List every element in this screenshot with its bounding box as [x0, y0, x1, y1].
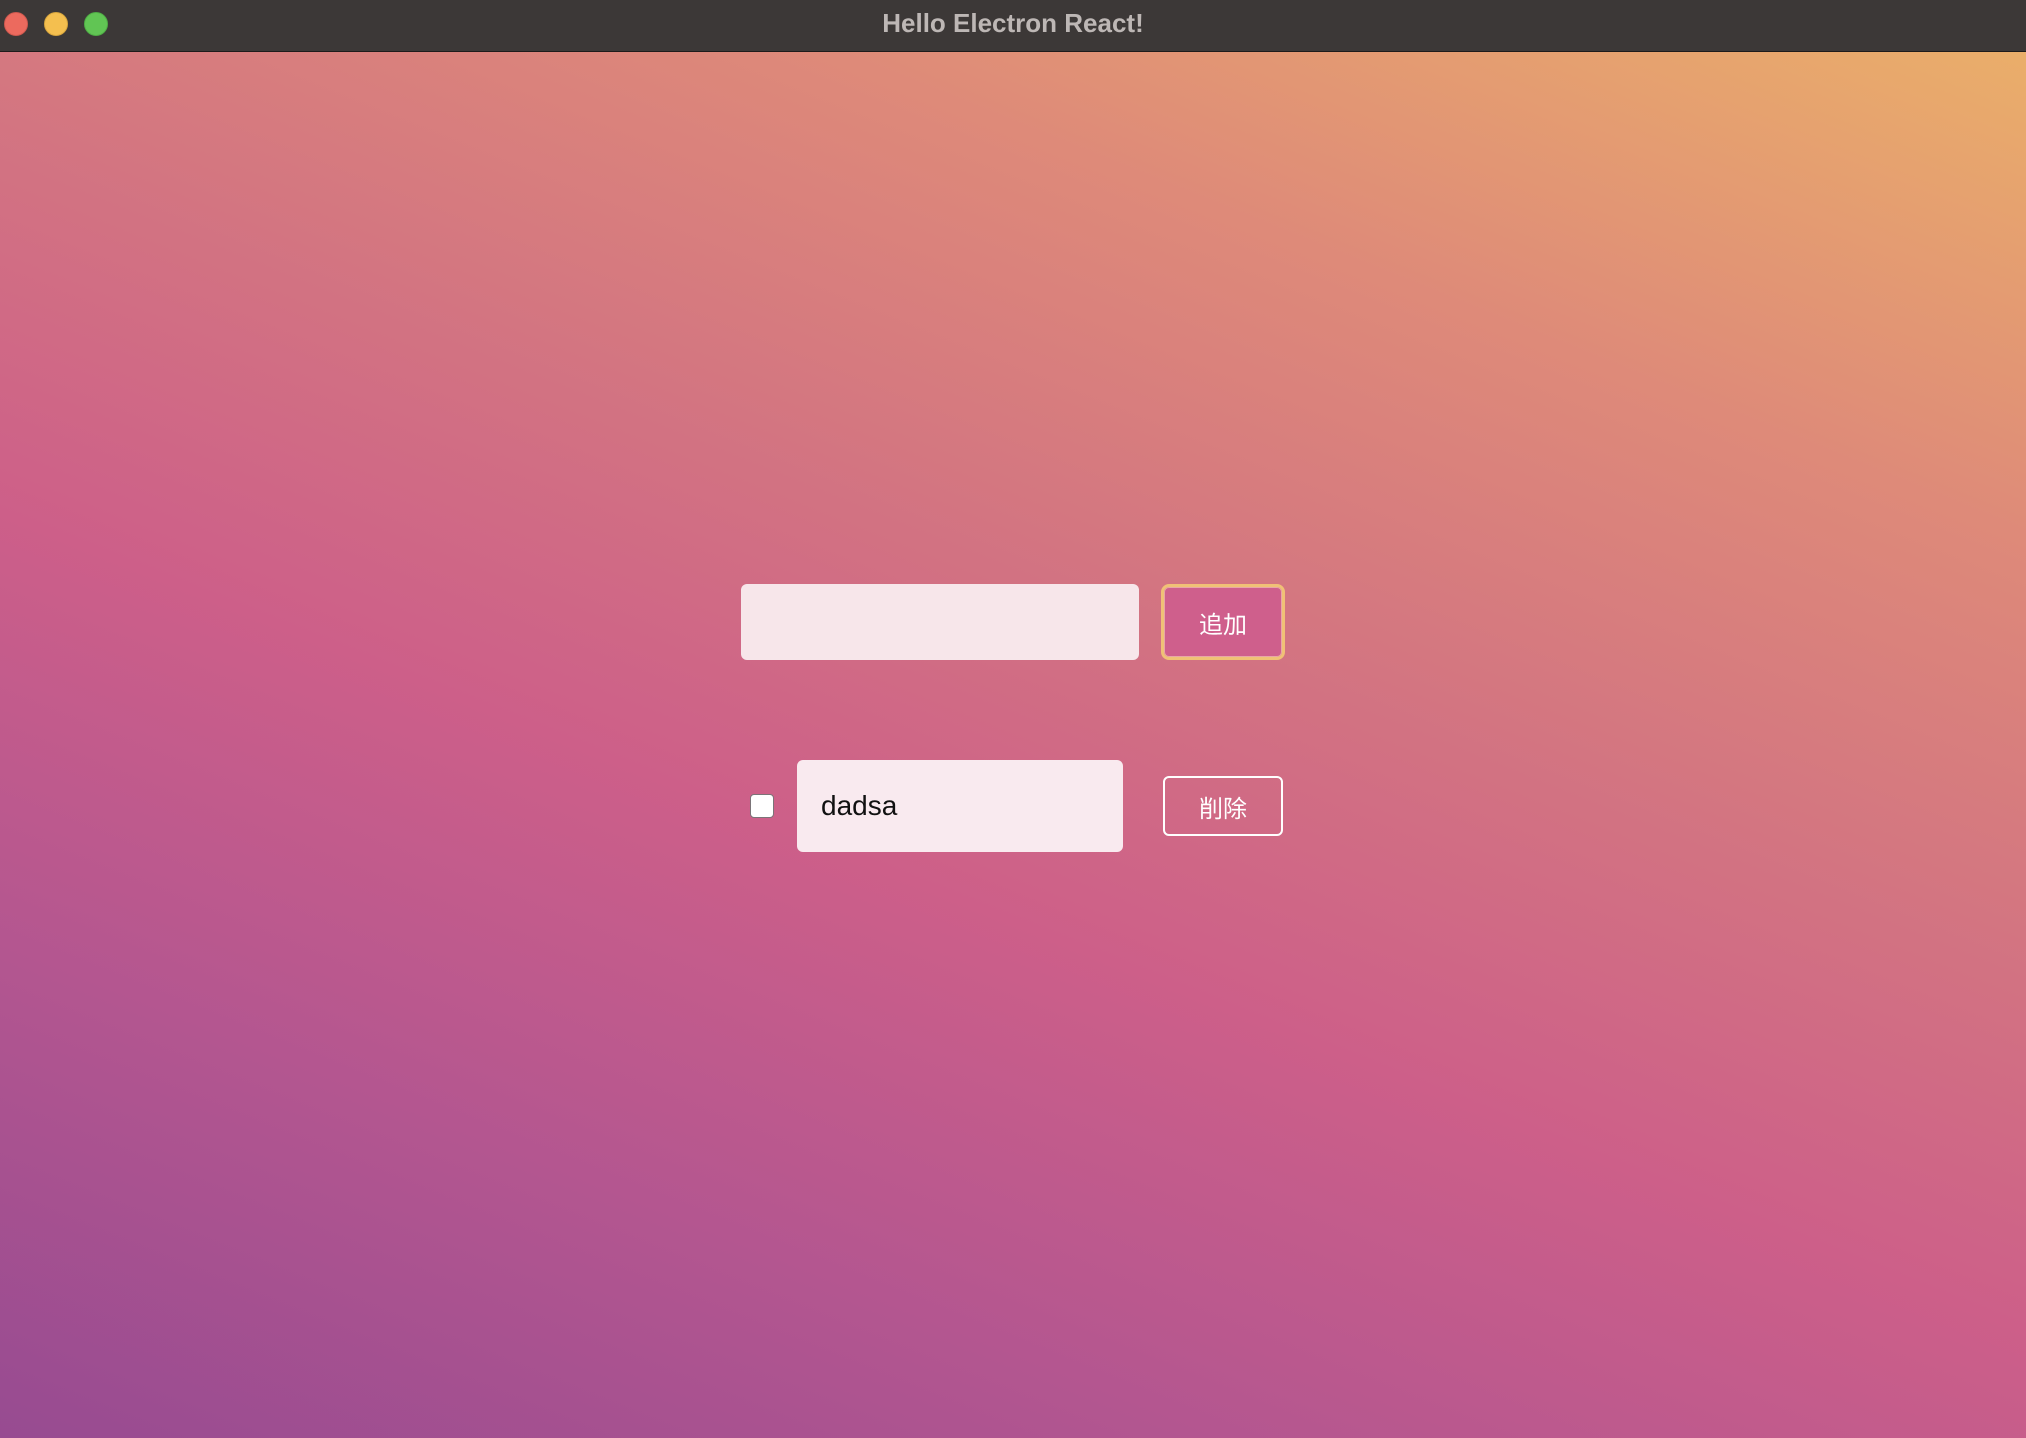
- window-title: Hello Electron React!: [882, 8, 1144, 38]
- todo-text-field[interactable]: [797, 760, 1123, 852]
- app-window: Hello Electron React! 追加 削除: [0, 0, 2026, 1438]
- delete-button[interactable]: 削除: [1163, 776, 1283, 836]
- title-bar[interactable]: Hello Electron React!: [0, 0, 2026, 52]
- add-button[interactable]: 追加: [1161, 584, 1285, 660]
- todo-checkbox[interactable]: [750, 794, 774, 818]
- new-todo-input[interactable]: [741, 584, 1139, 660]
- app-content: [0, 52, 2026, 1438]
